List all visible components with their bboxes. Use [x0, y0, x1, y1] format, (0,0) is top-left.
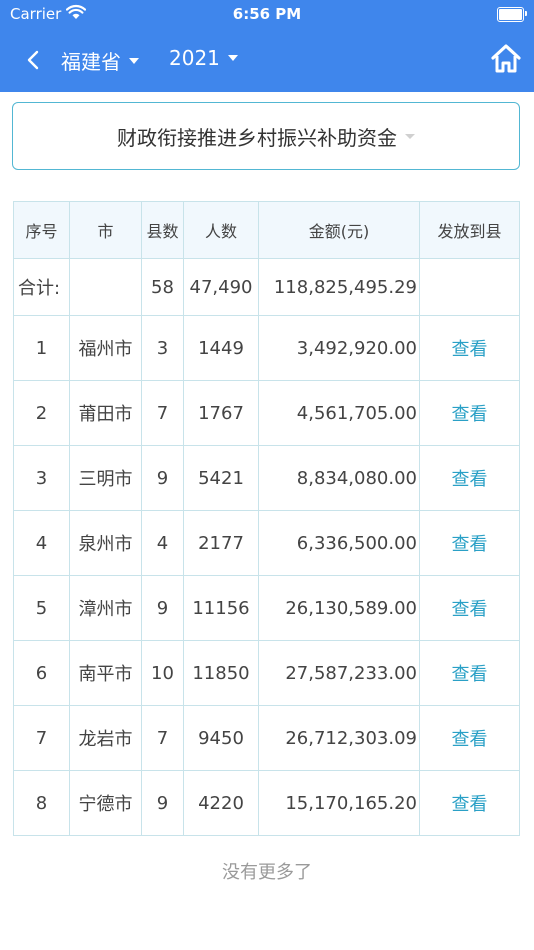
status-bar: Carrier 6:56 PM: [0, 0, 534, 28]
province-selector[interactable]: 福建省: [61, 46, 139, 75]
year-selector[interactable]: 2021: [169, 46, 238, 70]
total-action: [419, 258, 520, 316]
row-index: 3: [13, 445, 70, 511]
caret-down-icon: [405, 133, 415, 139]
row-counties: 3: [141, 315, 184, 381]
view-link[interactable]: 查看: [419, 315, 520, 381]
fund-type-label: 财政衔接推进乡村振兴补助资金: [117, 125, 397, 150]
row-counties: 9: [141, 445, 184, 511]
fund-type-selector[interactable]: 财政衔接推进乡村振兴补助资金: [12, 102, 520, 170]
no-more-footer: 没有更多了: [222, 862, 312, 883]
table-row: 1 福州市 3 1449 3,492,920.00 查看: [13, 315, 520, 381]
total-city: [69, 258, 142, 316]
caret-down-icon: [227, 55, 238, 61]
row-counties: 9: [141, 770, 184, 836]
back-arrow-icon[interactable]: [24, 48, 44, 72]
row-city: 泉州市: [69, 510, 142, 576]
city-fund-table: 序号 市 县数 人数 金额(元) 发放到县 合计: 58 47,490 118,…: [13, 201, 520, 836]
row-index: 4: [13, 510, 70, 576]
app-header: Carrier 6:56 PM 福建省 2021: [0, 0, 534, 92]
row-index: 7: [13, 705, 70, 771]
row-index: 2: [13, 380, 70, 446]
row-city: 南平市: [69, 640, 142, 706]
total-counties: 58: [141, 258, 184, 316]
row-city: 龙岩市: [69, 705, 142, 771]
view-link[interactable]: 查看: [419, 770, 520, 836]
total-people: 47,490: [183, 258, 259, 316]
header-distribute: 发放到县: [419, 201, 520, 259]
table-row: 4 泉州市 4 2177 6,336,500.00 查看: [13, 510, 520, 576]
row-people: 5421: [183, 445, 259, 511]
row-amount: 4,561,705.00: [258, 380, 420, 446]
row-people: 11850: [183, 640, 259, 706]
header-people: 人数: [183, 201, 259, 259]
row-counties: 9: [141, 575, 184, 641]
view-link[interactable]: 查看: [419, 640, 520, 706]
row-people: 1767: [183, 380, 259, 446]
year-label: 2021: [169, 46, 220, 70]
row-index: 8: [13, 770, 70, 836]
table-row: 6 南平市 10 11850 27,587,233.00 查看: [13, 640, 520, 706]
total-amount: 118,825,495.29: [258, 258, 420, 316]
row-counties: 10: [141, 640, 184, 706]
table-row: 3 三明市 9 5421 8,834,080.00 查看: [13, 445, 520, 511]
total-label: 合计:: [13, 258, 70, 316]
row-people: 1449: [183, 315, 259, 381]
header-county-count: 县数: [141, 201, 184, 259]
row-city: 三明市: [69, 445, 142, 511]
row-counties: 7: [141, 380, 184, 446]
header-index: 序号: [13, 201, 70, 259]
view-link[interactable]: 查看: [419, 510, 520, 576]
view-link[interactable]: 查看: [419, 705, 520, 771]
row-amount: 6,336,500.00: [258, 510, 420, 576]
header-city: 市: [69, 201, 142, 259]
row-counties: 4: [141, 510, 184, 576]
header-amount: 金额(元): [258, 201, 420, 259]
row-amount: 27,587,233.00: [258, 640, 420, 706]
row-city: 宁德市: [69, 770, 142, 836]
view-link[interactable]: 查看: [419, 575, 520, 641]
status-time: 6:56 PM: [232, 5, 302, 23]
total-row: 合计: 58 47,490 118,825,495.29: [13, 258, 520, 316]
view-link[interactable]: 查看: [419, 380, 520, 446]
home-icon[interactable]: [490, 42, 522, 74]
row-amount: 26,712,303.09: [258, 705, 420, 771]
row-people: 9450: [183, 705, 259, 771]
row-people: 2177: [183, 510, 259, 576]
row-index: 6: [13, 640, 70, 706]
row-city: 福州市: [69, 315, 142, 381]
row-amount: 3,492,920.00: [258, 315, 420, 381]
table-header-row: 序号 市 县数 人数 金额(元) 发放到县: [13, 201, 520, 259]
nav-bar: 福建省 2021: [0, 40, 534, 80]
caret-down-icon: [129, 57, 139, 64]
row-index: 1: [13, 315, 70, 381]
table-row: 5 漳州市 9 11156 26,130,589.00 查看: [13, 575, 520, 641]
row-people: 4220: [183, 770, 259, 836]
view-link[interactable]: 查看: [419, 445, 520, 511]
row-city: 莆田市: [69, 380, 142, 446]
row-index: 5: [13, 575, 70, 641]
battery-icon: [497, 7, 527, 22]
row-city: 漳州市: [69, 575, 142, 641]
province-label: 福建省: [61, 50, 121, 74]
table-row: 8 宁德市 9 4220 15,170,165.20 查看: [13, 770, 520, 836]
row-people: 11156: [183, 575, 259, 641]
row-amount: 26,130,589.00: [258, 575, 420, 641]
row-counties: 7: [141, 705, 184, 771]
table-row: 7 龙岩市 7 9450 26,712,303.09 查看: [13, 705, 520, 771]
row-amount: 15,170,165.20: [258, 770, 420, 836]
table-row: 2 莆田市 7 1767 4,561,705.00 查看: [13, 380, 520, 446]
row-amount: 8,834,080.00: [258, 445, 420, 511]
